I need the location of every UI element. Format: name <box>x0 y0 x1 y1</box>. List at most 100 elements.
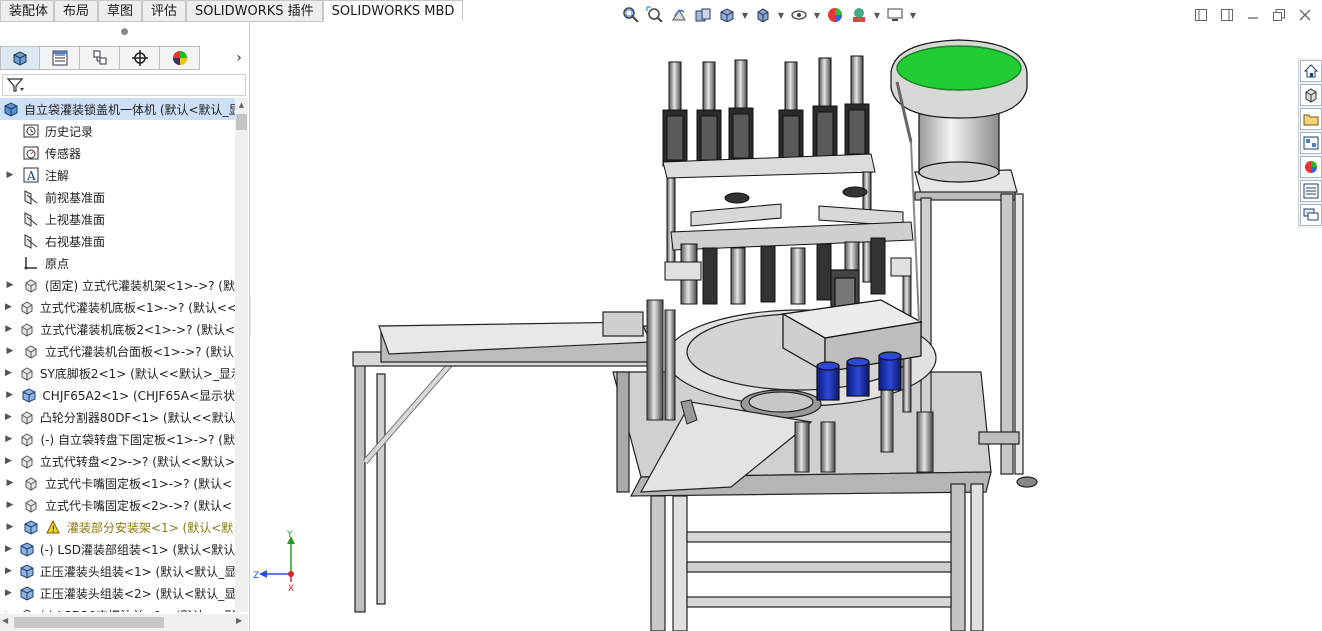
tree-item[interactable]: ▶ 立式代卡嘴固定板<1>->? (默认< <box>0 472 235 494</box>
tree-item[interactable]: 传感器 <box>0 142 235 164</box>
display-manager-icon[interactable] <box>160 46 200 70</box>
tree-item[interactable]: ▶ SY底脚板2<1> (默认<<默认>_显示 <box>0 362 235 384</box>
expand-arrow-icon[interactable]: ▶ <box>5 522 15 532</box>
part-icon <box>19 320 35 338</box>
custom-properties-icon[interactable] <box>1300 180 1322 202</box>
scroll-thumb[interactable] <box>14 617 164 628</box>
tree-item[interactable]: 上视基准面 <box>0 208 235 230</box>
solidworks-window: 装配体 布局 草图 评估 SOLIDWORKS 插件 SOLIDWORKS MB… <box>0 0 1322 631</box>
tree-item-label: 原点 <box>45 256 70 271</box>
part-icon <box>19 408 35 426</box>
tree-item[interactable]: 历史记录 <box>0 120 235 142</box>
tree-item-label: 上视基准面 <box>45 212 106 227</box>
filter-icon[interactable] <box>7 77 25 93</box>
tree-item[interactable]: ▶ 立式代卡嘴固定板<2>->? (默认< <box>0 494 235 516</box>
assembly-icon <box>19 562 35 580</box>
tree-item[interactable]: ▶ (-) LSD灌装部组装<1> (默认<默认 <box>0 538 235 560</box>
tree-item[interactable]: ▶ 立式代转盘<2>->? (默认<<默认> <box>0 450 235 472</box>
tab-assembly[interactable]: 装配体 <box>0 0 54 22</box>
tree-filter[interactable] <box>2 74 246 96</box>
tree-item-label: 立式代转盘<2>->? (默认<<默认> <box>39 454 235 469</box>
tree-item[interactable]: ▶ (-) 自立袋转盘下固定板<1>->? (默 <box>0 428 235 450</box>
tab-solidworks-mbd[interactable]: SOLIDWORKS MBD <box>322 0 464 22</box>
configurationmanager-icon[interactable] <box>80 46 120 70</box>
scroll-thumb[interactable] <box>236 114 247 130</box>
tree-item[interactable]: ▶ 凸轮分割器80DF<1> (默认<<默认 <box>0 406 235 428</box>
tree-root-assembly[interactable]: 自立袋灌装锁盖机一体机 (默认<默认_显 <box>0 98 235 120</box>
tab-solidworks-addins[interactable]: SOLIDWORKS 插件 <box>186 0 323 22</box>
appearances-icon[interactable] <box>1300 156 1322 178</box>
svg-text:A: A <box>26 169 36 183</box>
tree-item-label: 前视基准面 <box>45 190 106 205</box>
tree-item-label: (-) 自立袋转盘下固定板<1>->? (默 <box>40 432 235 447</box>
tree-item[interactable]: 前视基准面 <box>0 186 235 208</box>
featuremanager-icon[interactable] <box>0 46 40 70</box>
plane-icon <box>22 188 40 206</box>
expand-arrow-icon[interactable]: ▶ <box>5 346 15 356</box>
expand-arrow-icon[interactable]: ▶ <box>5 588 12 598</box>
tree-item[interactable]: ▶ 立式代灌装机底板2<1>->? (默认< <box>0 318 235 340</box>
expand-arrow-icon[interactable]: ▶ <box>5 302 12 312</box>
triad-z-label: Z <box>253 571 259 581</box>
home-icon[interactable] <box>1300 60 1322 82</box>
machine-model[interactable]: Y Z X <box>251 22 1296 631</box>
scroll-up-icon[interactable]: ▲ <box>235 98 248 112</box>
part-icon <box>19 298 35 316</box>
plane-icon <box>22 232 40 250</box>
panel-grip-icon[interactable]: ● <box>0 22 249 42</box>
tree-item[interactable]: 右视基准面 <box>0 230 235 252</box>
expand-arrow-icon[interactable]: ▶ <box>5 170 15 180</box>
expand-arrow-icon[interactable]: ▶ <box>5 610 12 612</box>
tree-item-label: 注解 <box>45 168 70 183</box>
expand-arrow-icon[interactable]: ▶ <box>5 500 15 510</box>
tab-sketch[interactable]: 草图 <box>98 0 143 22</box>
file-explorer-icon[interactable] <box>1300 108 1322 130</box>
expand-arrow-icon[interactable]: ▶ <box>5 412 12 422</box>
forum-icon[interactable] <box>1300 204 1322 226</box>
tab-layout[interactable]: 布局 <box>54 0 99 22</box>
graphics-viewport[interactable]: Y Z X <box>251 22 1296 631</box>
tree-item[interactable]: ▶ 正压灌装头组装<2> (默认<默认_显 <box>0 582 235 604</box>
expand-arrow-icon[interactable]: ▶ <box>5 456 12 466</box>
expand-arrow-icon[interactable]: ▶ <box>5 280 15 290</box>
propertymanager-icon[interactable] <box>40 46 80 70</box>
history-icon <box>22 122 40 140</box>
tree-item[interactable]: ▶! 灌装部分安装架<1> (默认<默 <box>0 516 235 538</box>
view-palette-icon[interactable] <box>1300 132 1322 154</box>
dimxpert-icon[interactable] <box>120 46 160 70</box>
expand-arrow-icon[interactable]: ▶ <box>5 368 12 378</box>
scroll-left-icon[interactable]: ◀ <box>2 616 8 625</box>
tree-item[interactable]: ▶ CHJF65A2<1> (CHJF65A<显示状 <box>0 384 235 406</box>
tree-item[interactable]: ▶ 立式代灌装机台面板<1>->? (默认 <box>0 340 235 362</box>
tab-evaluate[interactable]: 评估 <box>142 0 187 22</box>
tree-item-label: SY底脚板2<1> (默认<<默认>_显示 <box>39 366 235 381</box>
expand-arrow-icon[interactable]: ▶ <box>5 324 12 334</box>
tree-item[interactable]: 原点 <box>0 252 235 274</box>
tree-item[interactable]: ▶ A 注解 <box>0 164 235 186</box>
expand-arrow-icon[interactable]: ▶ <box>5 434 12 444</box>
tree-horizontal-scrollbar[interactable]: ◀ ▶ <box>0 614 248 631</box>
tree-item[interactable]: ▶ (固定) 立式代灌装机架<1>->? (默 <box>0 274 235 296</box>
close-icon[interactable] <box>1296 6 1314 24</box>
tree-item-label: 自立袋灌装锁盖机一体机 (默认<默认_显 <box>24 102 235 117</box>
expand-arrow-icon[interactable]: ▶ <box>5 390 14 400</box>
assembly-icon <box>22 518 40 536</box>
tree-item-label: (-) LSD30支撑法兰<1> (默认<<默 <box>40 607 235 613</box>
tree-vertical-scrollbar[interactable]: ▲ <box>235 98 248 612</box>
assembly-icon <box>21 386 37 404</box>
scroll-right-icon[interactable]: ▶ <box>236 616 242 625</box>
expand-arrow-icon[interactable]: ▶ <box>5 566 12 576</box>
tree-item[interactable]: ▶ (-) LSD30支撑法兰<1> (默认<<默 <box>0 604 235 612</box>
panel-tabs <box>0 46 200 70</box>
tree-item-label: CHJF65A2<1> (CHJF65A<显示状 <box>42 388 235 403</box>
command-manager-tabs: 装配体 布局 草图 评估 SOLIDWORKS 插件 SOLIDWORKS MB… <box>0 0 464 22</box>
tree-item[interactable]: ▶ 立式代灌装机底板<1>->? (默认<< <box>0 296 235 318</box>
chevron-right-icon[interactable]: › <box>232 50 246 66</box>
tree-item[interactable]: ▶ 正压灌装头组装<1> (默认<默认_显 <box>0 560 235 582</box>
task-pane <box>1298 58 1322 228</box>
design-library-icon[interactable] <box>1300 84 1322 106</box>
annotation-icon: A <box>22 166 40 184</box>
part-icon <box>22 342 40 360</box>
expand-arrow-icon[interactable]: ▶ <box>5 544 12 554</box>
expand-arrow-icon[interactable]: ▶ <box>5 478 15 488</box>
